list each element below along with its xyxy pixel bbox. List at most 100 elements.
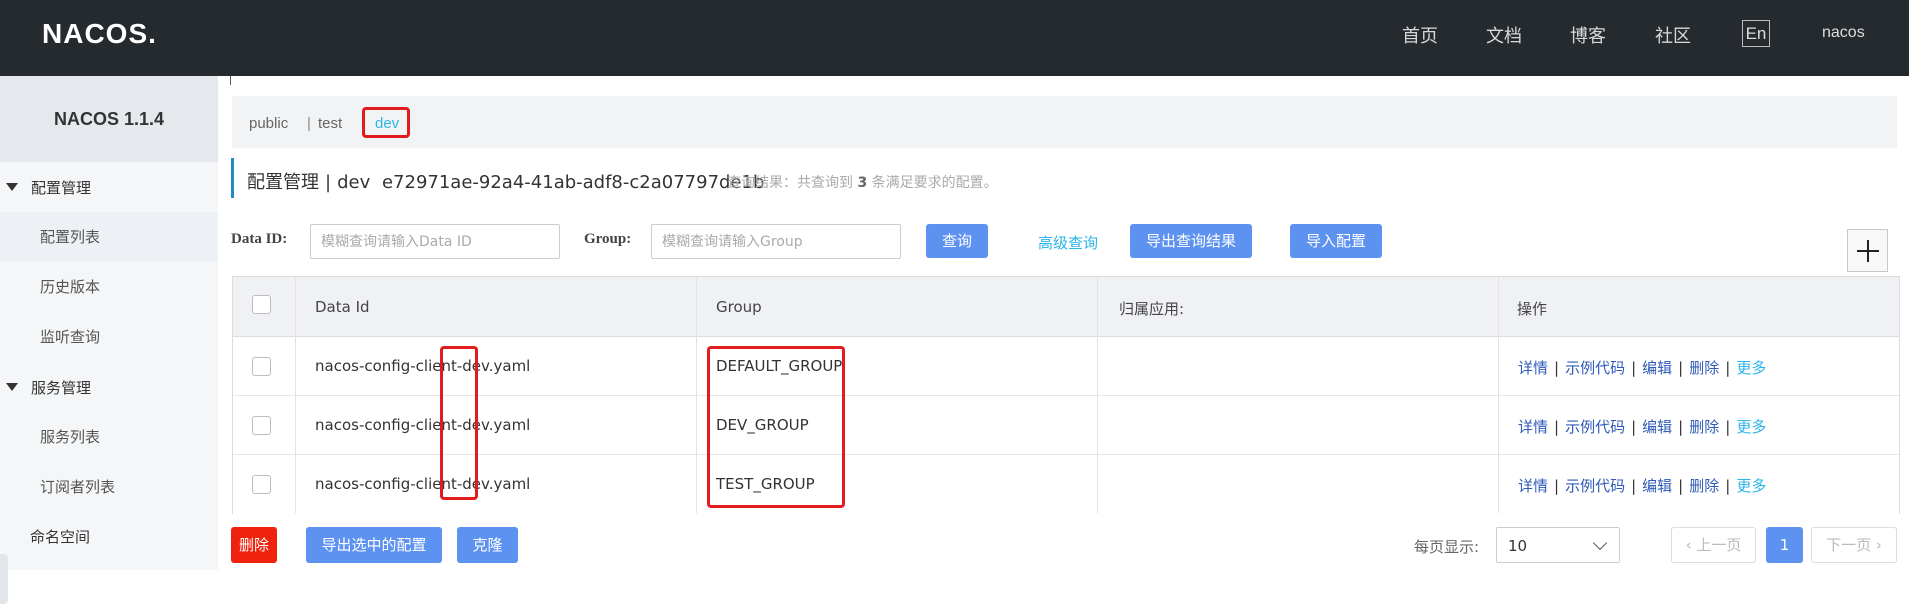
divider (230, 76, 231, 85)
next-page-button[interactable]: 下一页 › (1811, 527, 1897, 563)
batch-delete-button[interactable]: 删除 (231, 527, 277, 563)
sidebar-group-service[interactable]: 服务管理 (0, 362, 218, 412)
nav-blog[interactable]: 博客 (1570, 22, 1606, 48)
table-row: nacos-config-client-dev.yaml DEFAULT_GRO… (233, 337, 1899, 396)
page-size-select[interactable]: 10 (1496, 527, 1620, 563)
dataid-label: Data ID: (231, 231, 288, 247)
query-button[interactable]: 查询 (926, 224, 988, 258)
user-menu[interactable]: nacos (1822, 24, 1865, 42)
chevron-left-icon: ‹ (1685, 536, 1692, 554)
select-all-checkbox[interactable] (252, 295, 271, 314)
nacos-logo[interactable]: NACOS. (42, 18, 157, 50)
op-separator: | (1554, 359, 1560, 377)
sidebar-item-config-list[interactable]: 配置列表 (0, 212, 218, 262)
op-separator: | (1631, 477, 1637, 495)
column-divider (295, 277, 296, 513)
nav-docs[interactable]: 文档 (1486, 22, 1522, 48)
row-actions: 详情 | 示例代码 | 编辑 | 删除 | 更多 (1518, 416, 1766, 437)
add-config-button[interactable] (1847, 229, 1888, 272)
export-query-result-button[interactable]: 导出查询结果 (1130, 224, 1252, 258)
sidebar-group-label: 服务管理 (31, 378, 92, 397)
detail-link[interactable]: 详情 (1518, 477, 1548, 495)
op-separator: | (1554, 418, 1560, 436)
op-separator: | (1678, 477, 1684, 495)
nav-community[interactable]: 社区 (1655, 22, 1691, 48)
row-dataid: nacos-config-client-dev.yaml (315, 357, 531, 375)
row-dataid: nacos-config-client-dev.yaml (315, 416, 531, 434)
namespace-bar (232, 96, 1897, 148)
column-divider (1498, 277, 1499, 513)
title-accent-bar (231, 158, 234, 198)
highlight-box (362, 107, 410, 138)
sidebar-item-history[interactable]: 历史版本 (0, 262, 218, 312)
column-header-group[interactable]: Group (716, 298, 762, 316)
sidebar-item-listener-query[interactable]: 监听查询 (0, 312, 218, 362)
edit-link[interactable]: 编辑 (1642, 477, 1672, 495)
table-row: nacos-config-client-dev.yaml TEST_GROUP … (233, 455, 1899, 514)
export-selected-button[interactable]: 导出选中的配置 (306, 527, 442, 563)
detail-link[interactable]: 详情 (1518, 418, 1548, 436)
op-separator: | (1725, 418, 1731, 436)
caret-down-icon (6, 183, 18, 191)
op-separator: | (1554, 477, 1560, 495)
sidebar-item-namespace[interactable]: 命名空间 (0, 512, 218, 562)
advanced-query-link[interactable]: 高级查询 (1038, 232, 1098, 253)
page-size-value: 10 (1508, 537, 1528, 555)
op-separator: | (1678, 418, 1684, 436)
op-separator: | (1678, 359, 1684, 377)
highlight-box (707, 346, 845, 508)
language-switch-button[interactable]: En (1742, 20, 1770, 47)
more-link[interactable]: 更多 (1736, 359, 1766, 377)
more-link[interactable]: 更多 (1736, 418, 1766, 436)
sidebar-item-subscriber-list[interactable]: 订阅者列表 (0, 462, 218, 512)
prev-page-button[interactable]: ‹ 上一页 (1671, 527, 1756, 563)
group-label: Group: (584, 231, 632, 247)
dataid-search-input[interactable] (310, 224, 560, 259)
result-prefix: 查询结果：共查询到 (727, 175, 853, 191)
clone-button[interactable]: 克隆 (457, 527, 518, 563)
column-divider (1097, 277, 1098, 513)
delete-link[interactable]: 删除 (1689, 359, 1719, 377)
namespace-id: e72971ae-92a4-41ab-adf8-c2a07797de1b (381, 172, 765, 193)
namespace-name: dev (337, 172, 371, 193)
namespace-test[interactable]: test (318, 115, 342, 132)
namespace-public[interactable]: public (249, 115, 288, 132)
op-separator: | (1631, 418, 1637, 436)
op-separator: | (1631, 359, 1637, 377)
result-count: 3 (857, 175, 868, 191)
chevron-down-icon (1592, 535, 1608, 551)
row-checkbox[interactable] (252, 475, 271, 494)
row-actions: 详情 | 示例代码 | 编辑 | 删除 | 更多 (1518, 357, 1766, 378)
column-header-app: 归属应用: (1119, 300, 1185, 318)
caret-down-icon (6, 383, 18, 391)
sidebar: NACOS 1.1.4 配置管理 配置列表 历史版本 监听查询 服务管理 服务列… (0, 76, 218, 604)
next-page-label: 下一页 (1826, 536, 1872, 554)
page-size-label: 每页显示: (1414, 538, 1480, 556)
edit-link[interactable]: 编辑 (1642, 418, 1672, 436)
nav-home[interactable]: 首页 (1402, 22, 1438, 48)
title-separator: | (325, 172, 332, 193)
table-row: nacos-config-client-dev.yaml DEV_GROUP 详… (233, 396, 1899, 455)
prev-page-label: 上一页 (1696, 536, 1742, 554)
column-header-dataid[interactable]: Data Id (315, 298, 370, 316)
table-header: Data Id Group 归属应用: 操作 (233, 277, 1899, 337)
import-config-button[interactable]: 导入配置 (1290, 224, 1382, 258)
sample-code-link[interactable]: 示例代码 (1565, 477, 1625, 495)
row-checkbox[interactable] (252, 416, 271, 435)
more-link[interactable]: 更多 (1736, 477, 1766, 495)
detail-link[interactable]: 详情 (1518, 359, 1548, 377)
sidebar-item-service-list[interactable]: 服务列表 (0, 412, 218, 462)
sample-code-link[interactable]: 示例代码 (1565, 359, 1625, 377)
delete-link[interactable]: 删除 (1689, 477, 1719, 495)
row-checkbox[interactable] (252, 357, 271, 376)
sidebar-group-config[interactable]: 配置管理 (0, 162, 218, 212)
edit-link[interactable]: 编辑 (1642, 359, 1672, 377)
delete-link[interactable]: 删除 (1689, 418, 1719, 436)
sample-code-link[interactable]: 示例代码 (1565, 418, 1625, 436)
chevron-right-icon: › (1875, 536, 1882, 554)
group-search-input[interactable] (651, 224, 901, 259)
op-separator: | (1725, 477, 1731, 495)
column-header-actions: 操作 (1517, 300, 1548, 318)
page-title-text: 配置管理 (247, 172, 319, 193)
current-page-button[interactable]: 1 (1766, 527, 1803, 563)
